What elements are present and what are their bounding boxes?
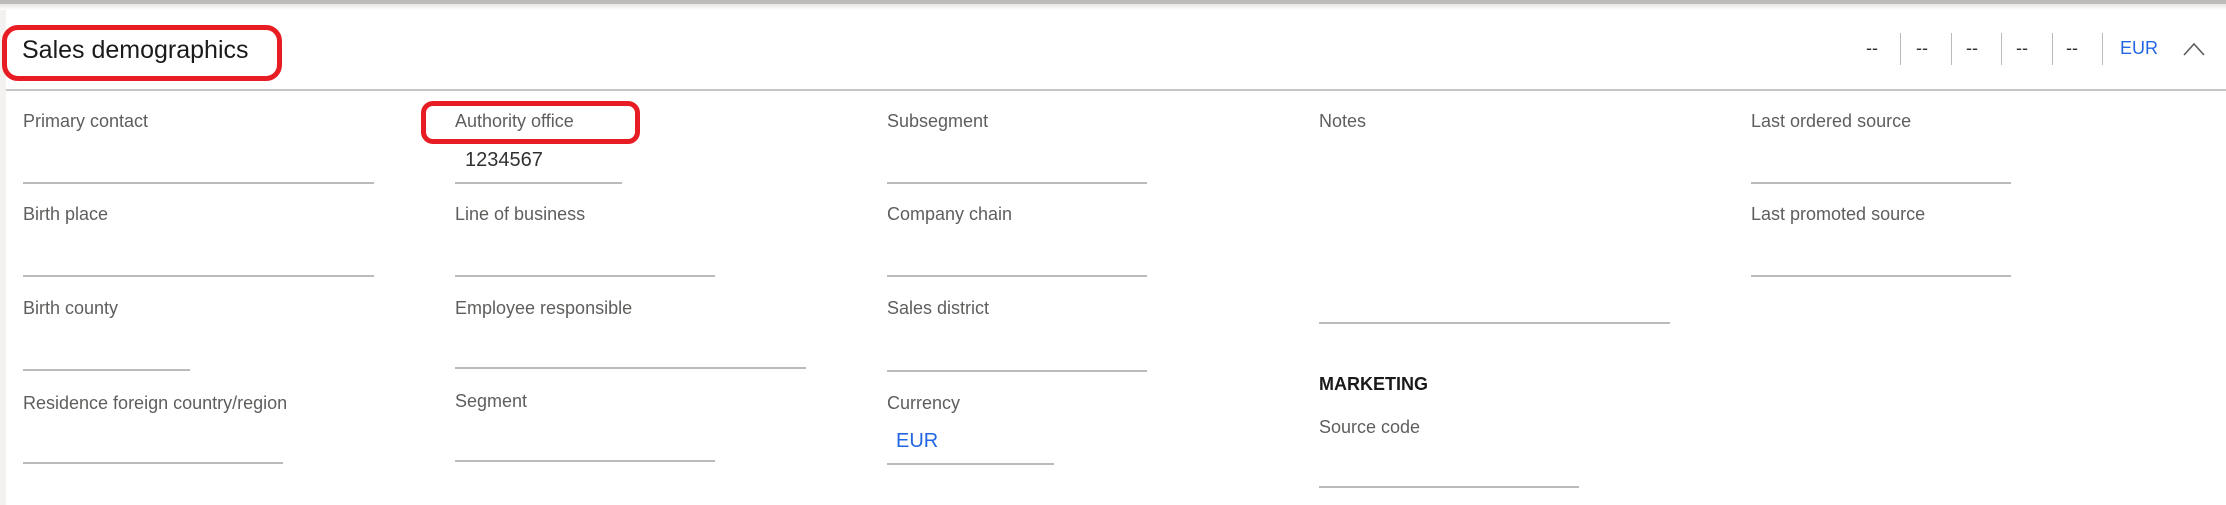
marketing-heading: MARKETING <box>1319 374 1428 394</box>
residence-foreign-label: Residence foreign country/region <box>23 393 288 413</box>
summary-separator <box>2102 33 2103 65</box>
chevron-up-icon[interactable] <box>2183 42 2205 56</box>
segment-input[interactable] <box>455 460 715 462</box>
summary-currency: EUR <box>2120 38 2159 58</box>
sales-demographics-card <box>6 12 2226 505</box>
birth-place-label: Birth place <box>23 204 109 224</box>
sales-district-input[interactable] <box>887 370 1147 372</box>
summary-value-3: -- <box>1966 38 1978 58</box>
authority-office-highlight-annotation <box>421 101 640 144</box>
last-ordered-source-label: Last ordered source <box>1751 111 1912 131</box>
summary-separator <box>2001 33 2002 65</box>
summary-value-4: -- <box>2016 38 2028 58</box>
currency-input[interactable] <box>887 463 1054 465</box>
line-of-business-input[interactable] <box>455 275 715 277</box>
summary-separator <box>1951 33 1952 65</box>
header-divider <box>6 89 2226 91</box>
authority-office-value[interactable]: 1234567 <box>465 149 543 172</box>
summary-separator <box>1900 33 1901 65</box>
sales-district-label: Sales district <box>887 298 990 318</box>
summary-value-2: -- <box>1916 38 1928 58</box>
birth-county-label: Birth county <box>23 298 119 318</box>
summary-value-5: -- <box>2066 38 2078 58</box>
currency-label: Currency <box>887 393 961 413</box>
currency-value[interactable]: EUR <box>896 430 938 453</box>
summary-value-1: -- <box>1866 38 1878 58</box>
notes-label: Notes <box>1319 111 1367 131</box>
subsegment-label: Subsegment <box>887 111 989 131</box>
employee-responsible-label: Employee responsible <box>455 298 633 318</box>
authority-office-input[interactable] <box>455 182 622 184</box>
line-of-business-label: Line of business <box>455 204 586 224</box>
last-ordered-source-input[interactable] <box>1751 182 2011 184</box>
birth-place-input[interactable] <box>23 275 374 277</box>
source-code-label: Source code <box>1319 417 1421 437</box>
primary-contact-label: Primary contact <box>23 111 149 131</box>
last-promoted-source-label: Last promoted source <box>1751 204 1926 224</box>
notes-textarea[interactable] <box>1319 322 1670 324</box>
top-shadow-fade <box>0 4 2226 10</box>
segment-label: Segment <box>455 391 528 411</box>
birth-county-input[interactable] <box>23 369 190 371</box>
company-chain-input[interactable] <box>887 275 1147 277</box>
employee-responsible-input[interactable] <box>455 367 806 369</box>
residence-foreign-input[interactable] <box>23 462 283 464</box>
subsegment-input[interactable] <box>887 182 1147 184</box>
company-chain-label: Company chain <box>887 204 1013 224</box>
last-promoted-source-input[interactable] <box>1751 275 2011 277</box>
title-highlight-annotation <box>2 25 282 81</box>
primary-contact-input[interactable] <box>23 182 374 184</box>
source-code-input[interactable] <box>1319 486 1579 488</box>
summary-separator <box>2052 33 2053 65</box>
